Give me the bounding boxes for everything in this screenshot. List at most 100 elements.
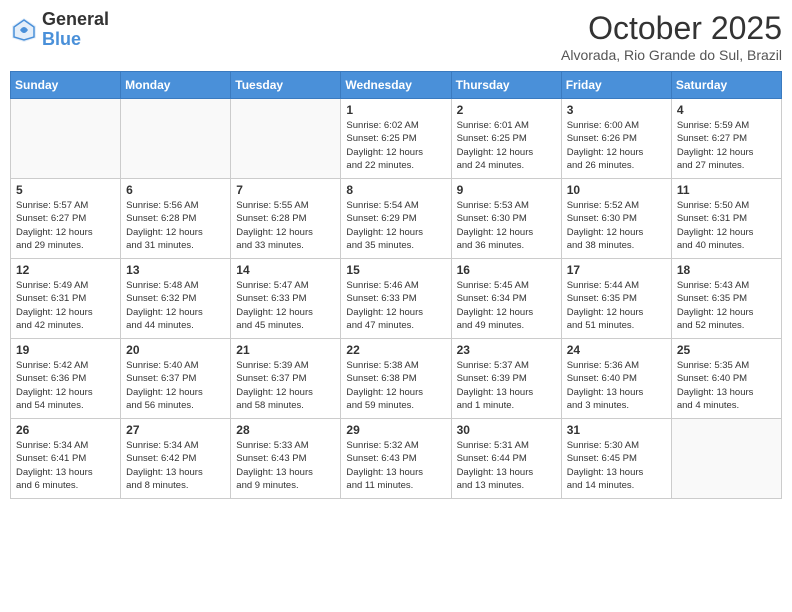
calendar-cell: 10 Sunrise: 5:52 AMSunset: 6:30 PMDayligh… xyxy=(561,179,671,259)
calendar-cell: 28Sunrise: 5:33 AMSunset: 6:43 PMDayligh… xyxy=(231,419,341,499)
day-number: 18 xyxy=(677,263,776,277)
day-info: Sunrise: 5:32 AMSunset: 6:43 PMDaylight:… xyxy=(346,439,445,492)
day-info: Sunrise: 5:54 AMSunset: 6:29 PMDaylight:… xyxy=(346,199,445,252)
calendar-cell: 25 Sunrise: 5:35 AMSunset: 6:40 PMDayligh… xyxy=(671,339,781,419)
calendar-week-2: 5 Sunrise: 5:57 AMSunset: 6:27 PMDaylight… xyxy=(11,179,782,259)
calendar-header-friday: Friday xyxy=(561,72,671,99)
day-info: Sunrise: 5:37 AMSunset: 6:39 PMDaylight:… xyxy=(457,359,556,412)
day-number: 8 xyxy=(346,183,445,197)
calendar-week-1: 1 Sunrise: 6:02 AMSunset: 6:25 PMDaylight… xyxy=(11,99,782,179)
calendar-cell: 21 Sunrise: 5:39 AMSunset: 6:37 PMDayligh… xyxy=(231,339,341,419)
day-number: 10 xyxy=(567,183,666,197)
day-info: Sunrise: 5:44 AMSunset: 6:35 PMDaylight:… xyxy=(567,279,666,332)
calendar-cell: 5 Sunrise: 5:57 AMSunset: 6:27 PMDaylight… xyxy=(11,179,121,259)
day-info: Sunrise: 5:53 AMSunset: 6:30 PMDaylight:… xyxy=(457,199,556,252)
logo-text: General Blue xyxy=(42,10,109,50)
title-block: October 2025 Alvorada, Rio Grande do Sul… xyxy=(561,10,782,63)
day-number: 2 xyxy=(457,103,556,117)
calendar-header-sunday: Sunday xyxy=(11,72,121,99)
day-number: 4 xyxy=(677,103,776,117)
day-number: 26 xyxy=(16,423,115,437)
calendar-cell: 23 Sunrise: 5:37 AMSunset: 6:39 PMDayligh… xyxy=(451,339,561,419)
calendar-cell: 22Sunrise: 5:38 AMSunset: 6:38 PMDayligh… xyxy=(341,339,451,419)
calendar-cell: 11 Sunrise: 5:50 AMSunset: 6:31 PMDayligh… xyxy=(671,179,781,259)
calendar-cell: 15Sunrise: 5:46 AMSunset: 6:33 PMDayligh… xyxy=(341,259,451,339)
calendar-cell: 24 Sunrise: 5:36 AMSunset: 6:40 PMDayligh… xyxy=(561,339,671,419)
calendar-cell: 18 Sunrise: 5:43 AMSunset: 6:35 PMDayligh… xyxy=(671,259,781,339)
calendar-cell: 29Sunrise: 5:32 AMSunset: 6:43 PMDayligh… xyxy=(341,419,451,499)
day-info: Sunrise: 5:30 AMSunset: 6:45 PMDaylight:… xyxy=(567,439,666,492)
calendar-cell: 16Sunrise: 5:45 AMSunset: 6:34 PMDayligh… xyxy=(451,259,561,339)
day-number: 11 xyxy=(677,183,776,197)
logo: General Blue xyxy=(10,10,109,50)
day-number: 5 xyxy=(16,183,115,197)
day-number: 12 xyxy=(16,263,115,277)
day-number: 20 xyxy=(126,343,225,357)
day-number: 23 xyxy=(457,343,556,357)
day-info: Sunrise: 5:34 AMSunset: 6:41 PMDaylight:… xyxy=(16,439,115,492)
calendar-header-monday: Monday xyxy=(121,72,231,99)
calendar-week-5: 26 Sunrise: 5:34 AMSunset: 6:41 PMDayligh… xyxy=(11,419,782,499)
month-title: October 2025 xyxy=(561,10,782,47)
calendar-cell: 27Sunrise: 5:34 AMSunset: 6:42 PMDayligh… xyxy=(121,419,231,499)
calendar-cell xyxy=(671,419,781,499)
day-info: Sunrise: 5:36 AMSunset: 6:40 PMDaylight:… xyxy=(567,359,666,412)
logo-icon xyxy=(10,16,38,44)
day-info: Sunrise: 5:35 AMSunset: 6:40 PMDaylight:… xyxy=(677,359,776,412)
day-info: Sunrise: 5:49 AMSunset: 6:31 PMDaylight:… xyxy=(16,279,115,332)
day-info: Sunrise: 5:39 AMSunset: 6:37 PMDaylight:… xyxy=(236,359,335,412)
day-info: Sunrise: 5:31 AMSunset: 6:44 PMDaylight:… xyxy=(457,439,556,492)
day-number: 9 xyxy=(457,183,556,197)
day-info: Sunrise: 6:01 AMSunset: 6:25 PMDaylight:… xyxy=(457,119,556,172)
calendar-week-4: 19 Sunrise: 5:42 AMSunset: 6:36 PMDayligh… xyxy=(11,339,782,419)
day-info: Sunrise: 5:56 AMSunset: 6:28 PMDaylight:… xyxy=(126,199,225,252)
calendar-cell: 12 Sunrise: 5:49 AMSunset: 6:31 PMDayligh… xyxy=(11,259,121,339)
day-number: 19 xyxy=(16,343,115,357)
day-info: Sunrise: 5:43 AMSunset: 6:35 PMDaylight:… xyxy=(677,279,776,332)
day-info: Sunrise: 5:50 AMSunset: 6:31 PMDaylight:… xyxy=(677,199,776,252)
day-info: Sunrise: 5:45 AMSunset: 6:34 PMDaylight:… xyxy=(457,279,556,332)
calendar-header-row: SundayMondayTuesdayWednesdayThursdayFrid… xyxy=(11,72,782,99)
day-number: 3 xyxy=(567,103,666,117)
calendar-header-wednesday: Wednesday xyxy=(341,72,451,99)
day-number: 13 xyxy=(126,263,225,277)
day-number: 6 xyxy=(126,183,225,197)
calendar-header-saturday: Saturday xyxy=(671,72,781,99)
day-info: Sunrise: 5:40 AMSunset: 6:37 PMDaylight:… xyxy=(126,359,225,412)
calendar-cell: 3Sunrise: 6:00 AMSunset: 6:26 PMDaylight… xyxy=(561,99,671,179)
calendar-cell: 9 Sunrise: 5:53 AMSunset: 6:30 PMDaylight… xyxy=(451,179,561,259)
day-info: Sunrise: 5:48 AMSunset: 6:32 PMDaylight:… xyxy=(126,279,225,332)
day-number: 25 xyxy=(677,343,776,357)
calendar-table: SundayMondayTuesdayWednesdayThursdayFrid… xyxy=(10,71,782,499)
calendar-cell: 31Sunrise: 5:30 AMSunset: 6:45 PMDayligh… xyxy=(561,419,671,499)
calendar-cell: 8 Sunrise: 5:54 AMSunset: 6:29 PMDaylight… xyxy=(341,179,451,259)
day-number: 22 xyxy=(346,343,445,357)
day-info: Sunrise: 5:47 AMSunset: 6:33 PMDaylight:… xyxy=(236,279,335,332)
day-info: Sunrise: 5:42 AMSunset: 6:36 PMDaylight:… xyxy=(16,359,115,412)
day-info: Sunrise: 5:52 AMSunset: 6:30 PMDaylight:… xyxy=(567,199,666,252)
day-info: Sunrise: 5:59 AMSunset: 6:27 PMDaylight:… xyxy=(677,119,776,172)
calendar-cell: 7 Sunrise: 5:55 AMSunset: 6:28 PMDaylight… xyxy=(231,179,341,259)
calendar-cell: 19 Sunrise: 5:42 AMSunset: 6:36 PMDayligh… xyxy=(11,339,121,419)
day-info: Sunrise: 5:46 AMSunset: 6:33 PMDaylight:… xyxy=(346,279,445,332)
calendar-cell: 17Sunrise: 5:44 AMSunset: 6:35 PMDayligh… xyxy=(561,259,671,339)
calendar-cell xyxy=(231,99,341,179)
day-info: Sunrise: 6:02 AMSunset: 6:25 PMDaylight:… xyxy=(346,119,445,172)
day-info: Sunrise: 5:55 AMSunset: 6:28 PMDaylight:… xyxy=(236,199,335,252)
day-number: 28 xyxy=(236,423,335,437)
calendar-cell xyxy=(121,99,231,179)
calendar-cell: 4 Sunrise: 5:59 AMSunset: 6:27 PMDaylight… xyxy=(671,99,781,179)
day-number: 1 xyxy=(346,103,445,117)
day-number: 21 xyxy=(236,343,335,357)
day-info: Sunrise: 5:34 AMSunset: 6:42 PMDaylight:… xyxy=(126,439,225,492)
day-info: Sunrise: 5:57 AMSunset: 6:27 PMDaylight:… xyxy=(16,199,115,252)
day-number: 30 xyxy=(457,423,556,437)
calendar-cell: 14 Sunrise: 5:47 AMSunset: 6:33 PMDayligh… xyxy=(231,259,341,339)
calendar-cell: 30 Sunrise: 5:31 AMSunset: 6:44 PMDayligh… xyxy=(451,419,561,499)
day-number: 14 xyxy=(236,263,335,277)
day-number: 7 xyxy=(236,183,335,197)
location: Alvorada, Rio Grande do Sul, Brazil xyxy=(561,47,782,63)
calendar-cell: 20 Sunrise: 5:40 AMSunset: 6:37 PMDayligh… xyxy=(121,339,231,419)
calendar-cell: 2 Sunrise: 6:01 AMSunset: 6:25 PMDaylight… xyxy=(451,99,561,179)
day-number: 24 xyxy=(567,343,666,357)
